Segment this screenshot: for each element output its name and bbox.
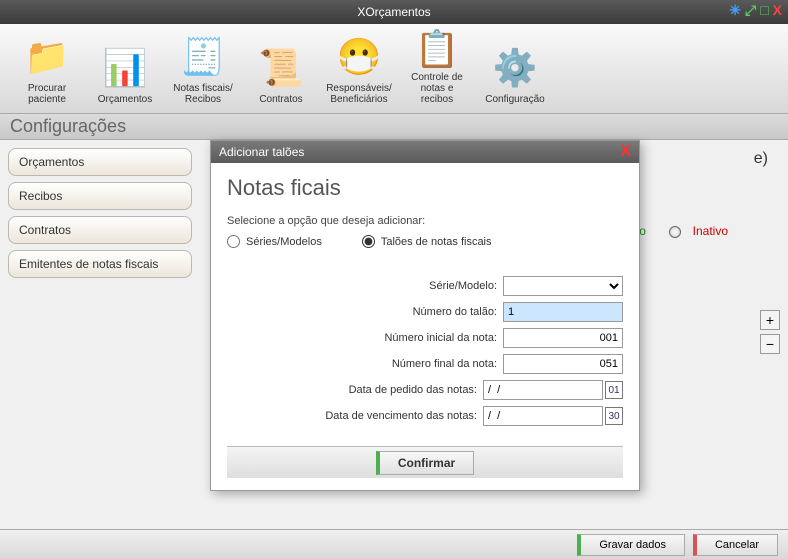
config-sidebar: Orçamentos Recibos Contratos Emitentes d…	[0, 140, 200, 510]
cancel-button[interactable]: Cancelar	[693, 534, 778, 556]
restore-icon[interactable]: ⤢	[745, 2, 756, 19]
close-window-icon[interactable]: X	[773, 2, 782, 19]
folder-patient-icon: 📁	[23, 33, 71, 81]
row-numero-inicial: Número inicial da nota:	[227, 328, 623, 348]
confirm-button[interactable]: Confirmar	[376, 451, 474, 475]
bottom-toolbar: Gravar dados Cancelar	[0, 529, 788, 559]
row-data-vencimento: Data de vencimento das notas: 30	[227, 406, 623, 426]
dialog-subtitle: Selecione a opção que deseja adicionar:	[227, 215, 623, 227]
minus-button[interactable]: −	[760, 334, 780, 354]
add-taloes-dialog: Adicionar talões X Notas ficais Selecion…	[210, 140, 640, 491]
label-num-inicial: Número inicial da nota:	[384, 332, 497, 344]
input-numero-inicial[interactable]	[503, 328, 623, 348]
status-inativo[interactable]: Inativo	[693, 224, 728, 238]
toolbar-controle-notas[interactable]: 📋 Controle de notas e recibos	[398, 28, 476, 109]
toolbar-label: Responsáveis/ Beneficiários	[326, 83, 392, 105]
titlebar: XOrçamentos ✳ ⤢ □ X	[0, 0, 788, 24]
sidebar-item-emitentes[interactable]: Emitentes de notas fiscais	[8, 250, 192, 278]
dialog-title: Adicionar talões	[219, 145, 304, 159]
input-data-vencimento[interactable]	[483, 406, 603, 426]
toolbar-orcamentos[interactable]: 📊 Orçamentos	[86, 28, 164, 109]
label-num-final: Número final da nota:	[392, 358, 497, 370]
budget-icon: 📊	[101, 44, 149, 92]
dialog-footer: Confirmar	[227, 446, 623, 478]
radio-taloes-input[interactable]	[362, 235, 375, 248]
dialog-body: Notas ficais Selecione a opção que desej…	[211, 163, 639, 490]
input-numero-final[interactable]	[503, 354, 623, 374]
invoice-icon: 🧾	[179, 33, 227, 81]
toolbar-configuracao[interactable]: ⚙️ Configuração	[476, 28, 554, 109]
gear-icon: ⚙️	[491, 44, 539, 92]
window-controls: ✳ ⤢ □ X	[729, 2, 782, 19]
main-toolbar: 📁 Procurar paciente 📊 Orçamentos 🧾 Notas…	[0, 24, 788, 114]
option-radio-group: Séries/Modelos Talões de notas fiscais	[227, 235, 623, 248]
toolbar-procurar-paciente[interactable]: 📁 Procurar paciente	[8, 28, 86, 109]
sidebar-item-orcamentos[interactable]: Orçamentos	[8, 148, 192, 176]
toolbar-label: Orçamentos	[98, 94, 152, 105]
app-title: XOrçamentos	[357, 5, 430, 19]
label-serie: Série/Modelo:	[429, 280, 497, 292]
toolbar-label: Notas fiscais/ Recibos	[173, 83, 232, 105]
section-heading: Configurações	[0, 114, 788, 140]
toolbar-contratos[interactable]: 📜 Contratos	[242, 28, 320, 109]
minimize-icon[interactable]: ✳	[729, 2, 741, 19]
sidebar-item-recibos[interactable]: Recibos	[8, 182, 192, 210]
toolbar-label: Controle de notas e recibos	[411, 72, 463, 105]
input-data-pedido[interactable]	[483, 380, 603, 400]
label-data-venc: Data de vencimento das notas:	[325, 410, 477, 422]
toolbar-responsaveis[interactable]: 😷 Responsáveis/ Beneficiários	[320, 28, 398, 109]
radio-inativo-icon[interactable]	[669, 226, 681, 238]
radio-series-input[interactable]	[227, 235, 240, 248]
label-num-talao: Número do talão:	[413, 306, 497, 318]
toolbar-notas-fiscais[interactable]: 🧾 Notas fiscais/ Recibos	[164, 28, 242, 109]
calendar-icon-pedido[interactable]: 01	[605, 381, 623, 399]
select-serie-modelo[interactable]	[503, 276, 623, 296]
checklist-icon: 📋	[413, 28, 461, 70]
calendar-icon-vencimento[interactable]: 30	[605, 407, 623, 425]
plus-button[interactable]: +	[760, 310, 780, 330]
radio-series-label: Séries/Modelos	[246, 236, 322, 248]
row-serie-modelo: Série/Modelo:	[227, 276, 623, 296]
row-data-pedido: Data de pedido das notas: 01	[227, 380, 623, 400]
maximize-icon[interactable]: □	[760, 2, 768, 19]
toolbar-label: Configuração	[485, 94, 544, 105]
contract-icon: 📜	[257, 44, 305, 92]
save-button[interactable]: Gravar dados	[577, 534, 685, 556]
sidebar-item-contratos[interactable]: Contratos	[8, 216, 192, 244]
add-remove-controls: + −	[760, 310, 780, 358]
radio-series-modelos[interactable]: Séries/Modelos	[227, 235, 322, 248]
partial-title-text: e)	[754, 150, 768, 168]
row-numero-talao: Número do talão:	[227, 302, 623, 322]
label-data-pedido: Data de pedido das notas:	[349, 384, 477, 396]
dialog-titlebar: Adicionar talões X	[211, 141, 639, 163]
dialog-close-icon[interactable]: X	[620, 143, 631, 161]
radio-taloes-notas[interactable]: Talões de notas fiscais	[362, 235, 492, 248]
input-numero-talao[interactable]	[503, 302, 623, 322]
row-numero-final: Número final da nota:	[227, 354, 623, 374]
toolbar-label: Contratos	[259, 94, 302, 105]
toolbar-label: Procurar paciente	[12, 83, 82, 105]
person-mask-icon: 😷	[335, 33, 383, 81]
dialog-heading: Notas ficais	[227, 175, 623, 201]
radio-taloes-label: Talões de notas fiscais	[381, 236, 492, 248]
